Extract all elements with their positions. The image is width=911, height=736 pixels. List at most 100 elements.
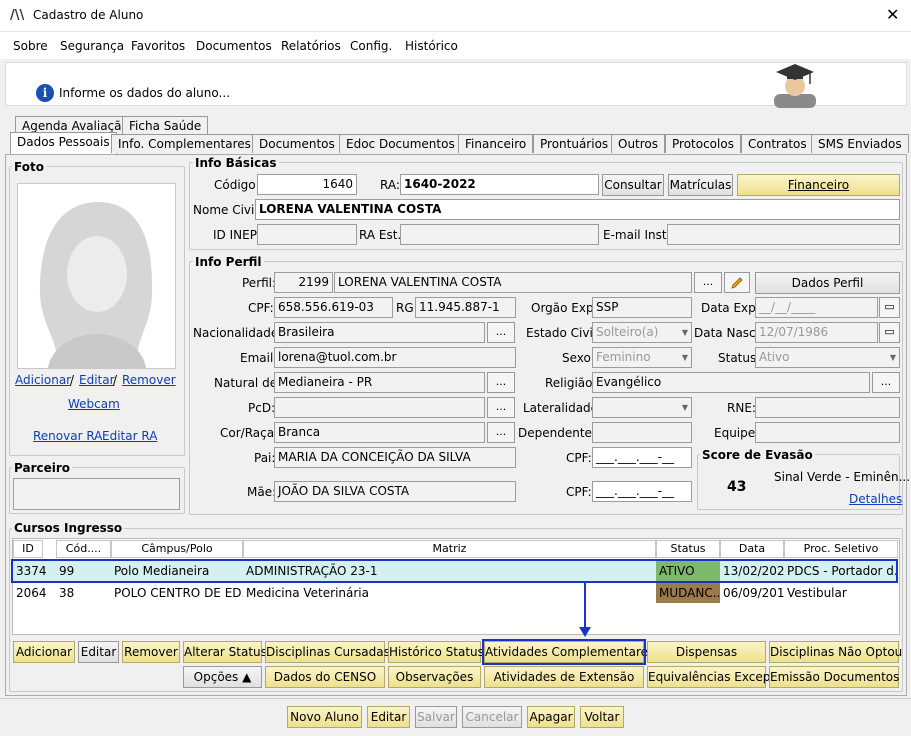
col-header-id[interactable]: ID xyxy=(13,540,43,558)
dispensas-button[interactable]: Dispensas xyxy=(647,641,766,663)
col-header-proc-seletivo[interactable]: Proc. Seletivo xyxy=(784,540,898,558)
consultar-button[interactable]: Consultar xyxy=(602,174,664,196)
data-nasc-field[interactable]: 12/07/1986 xyxy=(755,322,878,343)
editar-ra-link[interactable]: Editar RA xyxy=(102,429,157,443)
ra-field[interactable]: 1640-2022 xyxy=(400,174,599,195)
estado-civil-select[interactable]: Solteiro(a) ▼ xyxy=(592,322,692,343)
email-inst-field[interactable] xyxy=(667,224,900,245)
nacionalidade-field[interactable]: Brasileira xyxy=(274,322,485,343)
tab-edoc-documentos[interactable]: Edoc Documentos xyxy=(339,134,462,153)
rg-field[interactable]: 11.945.887-1 xyxy=(415,297,516,318)
nacionalidade-lookup-button[interactable]: ... xyxy=(487,322,515,343)
menu-documentos[interactable]: Documentos xyxy=(196,39,272,53)
tab-ficha-saude[interactable]: Ficha Saúde xyxy=(122,116,209,135)
financeiro-button[interactable]: Financeiro xyxy=(737,174,900,196)
matriculas-button[interactable]: Matrículas xyxy=(668,174,733,196)
religiao-field[interactable]: Evangélico xyxy=(592,372,870,393)
ra-est-field[interactable] xyxy=(400,224,599,245)
lateralidade-select[interactable]: ▼ xyxy=(592,397,692,418)
foto-editar-link[interactable]: Editar xyxy=(79,373,115,387)
table-row[interactable]: 2064 38 POLO CENTRO DE ED... Medicina Ve… xyxy=(13,583,898,603)
dados-censo-button[interactable]: Dados do CENSO xyxy=(265,666,385,688)
calendar-icon[interactable]: ▭ xyxy=(879,322,900,343)
religiao-lookup-button[interactable]: ... xyxy=(872,372,900,393)
dependentes-field[interactable] xyxy=(592,422,692,443)
parceiro-field[interactable] xyxy=(13,478,180,510)
tab-outros[interactable]: Outros xyxy=(611,134,666,153)
cpf-field[interactable]: 658.556.619-03 xyxy=(274,297,393,318)
mae-field[interactable]: JOÃO DA SILVA COSTA xyxy=(274,481,516,502)
cpf-mae-field[interactable]: ___.___.___-__ xyxy=(592,481,692,502)
cell-campus: POLO CENTRO DE ED... xyxy=(114,586,243,600)
estado-civil-label: Estado Civil: xyxy=(526,326,601,340)
editar-button[interactable]: Editar xyxy=(78,641,119,663)
calendar-icon[interactable]: ▭ xyxy=(879,297,900,318)
status-select[interactable]: Ativo ▼ xyxy=(755,347,900,368)
detalhes-link[interactable]: Detalhes xyxy=(849,492,902,506)
alterar-status-button[interactable]: Alterar Status xyxy=(183,641,267,663)
salvar-button[interactable]: Salvar xyxy=(415,706,457,728)
col-header-cod[interactable]: Cód.... xyxy=(56,540,111,558)
menu-seguranca[interactable]: Segurança xyxy=(60,39,124,53)
dados-perfil-button[interactable]: Dados Perfil xyxy=(755,272,900,294)
opcoes-button[interactable]: Opções ▲ xyxy=(183,666,262,688)
perfil-lookup-button[interactable]: ... xyxy=(694,272,722,293)
id-inep-field[interactable] xyxy=(257,224,357,245)
foto-remover-link[interactable]: Remover xyxy=(122,373,176,387)
tab-prontuarios[interactable]: Prontuários xyxy=(533,134,616,153)
menu-historico[interactable]: Histórico xyxy=(405,39,458,53)
cancelar-button[interactable]: Cancelar xyxy=(462,706,522,728)
emissao-documentos-button[interactable]: Emissão Documentos xyxy=(769,666,899,688)
pai-field[interactable]: MARIA DA CONCEIÇÃO DA SILVA xyxy=(274,447,516,468)
close-icon[interactable]: ✕ xyxy=(886,5,899,24)
rne-field[interactable] xyxy=(755,397,900,418)
equipe-field[interactable] xyxy=(755,422,900,443)
cpf-pai-field[interactable]: ___.___.___-__ xyxy=(592,447,692,468)
menu-config[interactable]: Config. xyxy=(350,39,392,53)
col-header-data[interactable]: Data xyxy=(720,540,784,558)
renovar-ra-link[interactable]: Renovar RA xyxy=(33,429,102,443)
disciplinas-cursadas-button[interactable]: Disciplinas Cursadas xyxy=(265,641,390,663)
tab-info-complementares[interactable]: Info. Complementares xyxy=(111,134,258,153)
observacoes-button[interactable]: Observações xyxy=(388,666,481,688)
menu-favoritos[interactable]: Favoritos xyxy=(131,39,185,53)
menu-relatorios[interactable]: Relatórios xyxy=(281,39,341,53)
pcd-lookup-button[interactable]: ... xyxy=(487,397,515,418)
tab-protocolos[interactable]: Protocolos xyxy=(665,134,741,153)
voltar-button[interactable]: Voltar xyxy=(580,706,624,728)
col-header-campus[interactable]: Câmpus/Polo xyxy=(111,540,243,558)
email-field[interactable]: lorena@tuol.com.br xyxy=(274,347,516,368)
natural-lookup-button[interactable]: ... xyxy=(487,372,515,393)
disciplinas-nao-optou-button[interactable]: Disciplinas Não Optou xyxy=(769,641,902,663)
col-header-matriz[interactable]: Matriz xyxy=(243,540,656,558)
col-header-status[interactable]: Status xyxy=(656,540,720,558)
webcam-link[interactable]: Webcam xyxy=(68,397,120,411)
nome-civil-field[interactable]: LORENA VALENTINA COSTA xyxy=(255,199,900,220)
remover-button[interactable]: Remover xyxy=(122,641,180,663)
cor-raca-field[interactable]: Branca xyxy=(274,422,485,443)
natural-field[interactable]: Medianeira - PR xyxy=(274,372,485,393)
perfil-id-field[interactable]: 2199 xyxy=(274,272,333,293)
historico-status-button[interactable]: Histórico Status xyxy=(388,641,484,663)
tab-dados-pessoais[interactable]: Dados Pessoais xyxy=(10,132,117,154)
novo-aluno-button[interactable]: Novo Aluno xyxy=(287,706,362,728)
atividades-extensao-button[interactable]: Atividades de Extensão xyxy=(484,666,644,688)
editar-bottom-button[interactable]: Editar xyxy=(367,706,410,728)
foto-adicionar-link[interactable]: Adicionar xyxy=(15,373,71,387)
equivalencias-button[interactable]: Equivalências Excep. xyxy=(647,666,774,688)
pcd-field[interactable] xyxy=(274,397,485,418)
data-exp-field[interactable]: __/__/____ xyxy=(755,297,878,318)
pencil-edit-icon[interactable] xyxy=(724,272,750,293)
codigo-field[interactable]: 1640 xyxy=(257,174,357,195)
orgao-exp-field[interactable]: SSP xyxy=(592,297,692,318)
apagar-button[interactable]: Apagar xyxy=(527,706,575,728)
adicionar-button[interactable]: Adicionar xyxy=(13,641,75,663)
tab-sms-enviados[interactable]: SMS Enviados xyxy=(811,134,909,153)
tab-contratos[interactable]: Contratos xyxy=(741,134,814,153)
perfil-nome-field[interactable]: LORENA VALENTINA COSTA xyxy=(334,272,692,293)
menu-sobre[interactable]: Sobre xyxy=(13,39,48,53)
tab-documentos[interactable]: Documentos xyxy=(252,134,342,153)
cor-raca-lookup-button[interactable]: ... xyxy=(487,422,515,443)
sexo-select[interactable]: Feminino ▼ xyxy=(592,347,692,368)
tab-financeiro[interactable]: Financeiro xyxy=(458,134,534,153)
